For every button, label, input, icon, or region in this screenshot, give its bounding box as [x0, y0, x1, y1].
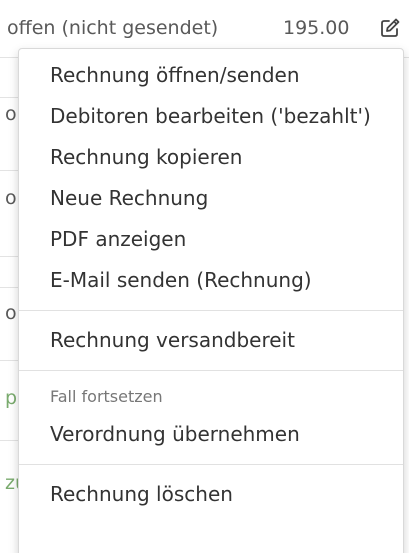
menu-item-edit-debtors[interactable]: Debitoren bearbeiten ('bezahlt'): [19, 96, 403, 137]
menu-item-new-invoice[interactable]: Neue Rechnung: [19, 178, 403, 219]
menu-item-open-send-invoice[interactable]: Rechnung öffnen/senden: [19, 55, 403, 96]
row-status-fragment: o: [5, 302, 17, 324]
menu-item-copy-invoice[interactable]: Rechnung kopieren: [19, 137, 403, 178]
invoice-status: offen (nicht gesendet): [7, 17, 219, 39]
menu-item-show-pdf[interactable]: PDF anzeigen: [19, 219, 403, 260]
row-status-fragment: o: [5, 187, 17, 209]
menu-item-adopt-prescription[interactable]: Verordnung übernehmen: [19, 414, 403, 455]
page: offen (nicht gesendet) 195.00 o o o p zu…: [0, 0, 409, 553]
context-menu: Rechnung öffnen/senden Debitoren bearbei…: [18, 48, 404, 553]
menu-divider: [19, 464, 403, 465]
menu-divider: [19, 370, 403, 371]
row-status-fragment: p: [5, 387, 18, 409]
menu-divider: [19, 310, 403, 311]
menu-item-invoice-ready-to-ship[interactable]: Rechnung versandbereit: [19, 320, 403, 361]
pencil-square-icon[interactable]: [379, 17, 401, 39]
menu-item-send-email[interactable]: E-Mail senden (Rechnung): [19, 260, 403, 301]
menu-section-header: Fall fortsetzen: [50, 387, 163, 406]
row-status-fragment: o: [5, 103, 17, 125]
menu-item-delete-invoice[interactable]: Rechnung löschen: [19, 474, 403, 515]
invoice-amount: 195.00: [283, 17, 350, 39]
